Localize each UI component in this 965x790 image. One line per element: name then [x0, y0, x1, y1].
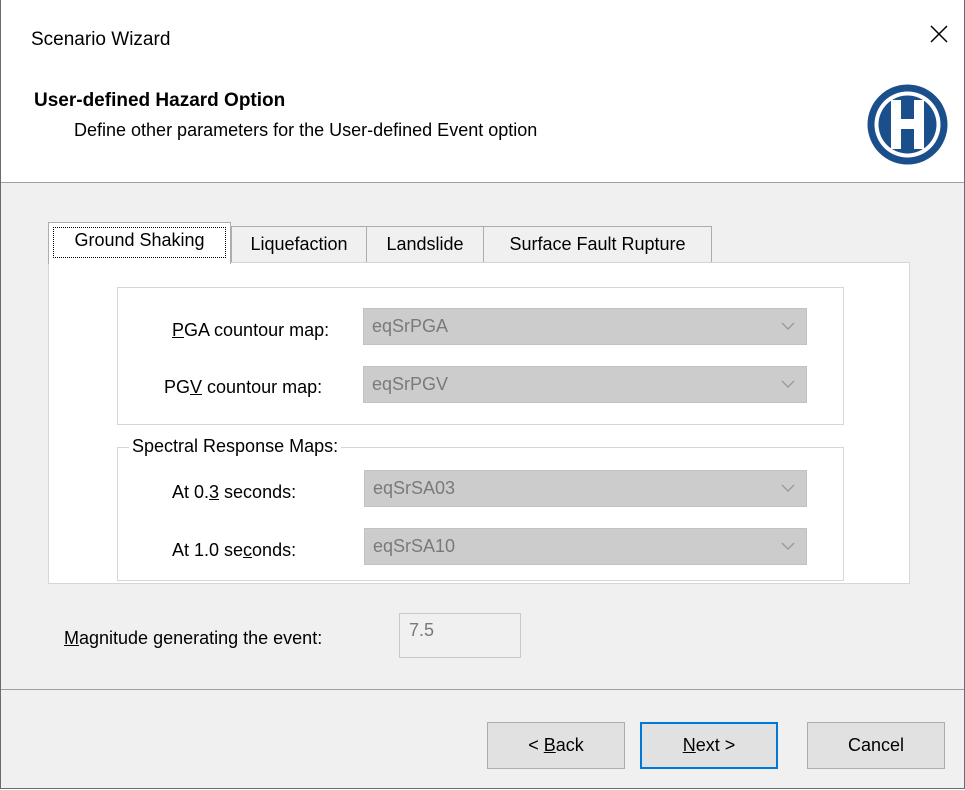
chevron-down-icon — [781, 380, 795, 388]
window-title: Scenario Wizard — [31, 29, 171, 50]
next-button[interactable]: Next > — [640, 722, 778, 769]
tab-label: Landslide — [386, 234, 464, 254]
sa10-label: At 1.0 seconds: — [172, 540, 297, 560]
sa03-map-value: eqSrSA03 — [373, 478, 456, 498]
pgv-map-select[interactable]: eqSrPGV — [363, 366, 807, 403]
tab-label: Liquefaction — [250, 234, 348, 254]
chevron-down-icon — [781, 484, 795, 492]
spectral-response-legend: Spectral Response Maps: — [129, 436, 342, 457]
footer-separator — [1, 689, 964, 690]
tab-landslide[interactable]: Landslide — [366, 226, 484, 262]
magnitude-input[interactable]: 7.5 — [399, 613, 521, 658]
title-bar: Scenario Wizard — [1, 0, 964, 80]
focus-rectangle — [53, 227, 226, 258]
header-subtitle: Define other parameters for the User-def… — [74, 120, 538, 140]
sa10-map-value: eqSrSA10 — [373, 536, 456, 556]
tab-ground-shaking[interactable]: Ground Shaking — [48, 222, 231, 264]
chevron-down-icon — [781, 542, 795, 550]
pga-label: PGA countour map: — [172, 320, 330, 340]
back-button[interactable]: < Back — [487, 722, 625, 769]
cancel-button[interactable]: Cancel — [807, 722, 945, 769]
sa03-label: At 0.3 seconds: — [172, 482, 297, 502]
sa10-map-select[interactable]: eqSrSA10 — [364, 528, 807, 565]
chevron-down-icon — [781, 322, 795, 330]
header-title: User-defined Hazard Option — [34, 90, 286, 111]
pga-map-select[interactable]: eqSrPGA — [363, 308, 807, 345]
close-button[interactable] — [919, 14, 959, 54]
magnitude-label: Magnitude generating the event: — [64, 628, 323, 648]
close-icon — [930, 25, 948, 43]
hazus-logo — [865, 82, 950, 167]
tab-liquefaction[interactable]: Liquefaction — [231, 226, 367, 262]
tab-label: Surface Fault Rupture — [509, 234, 686, 254]
wizard-header: User-defined Hazard Option Define other … — [1, 80, 964, 183]
tab-surface-fault-rupture[interactable]: Surface Fault Rupture — [483, 226, 712, 262]
pgv-map-value: eqSrPGV — [372, 374, 449, 394]
sa03-map-select[interactable]: eqSrSA03 — [364, 470, 807, 507]
scenario-wizard-dialog: Scenario Wizard User-defined Hazard Opti… — [0, 0, 965, 789]
pgv-label: PGV countour map: — [164, 377, 323, 397]
pga-map-value: eqSrPGA — [372, 316, 449, 336]
